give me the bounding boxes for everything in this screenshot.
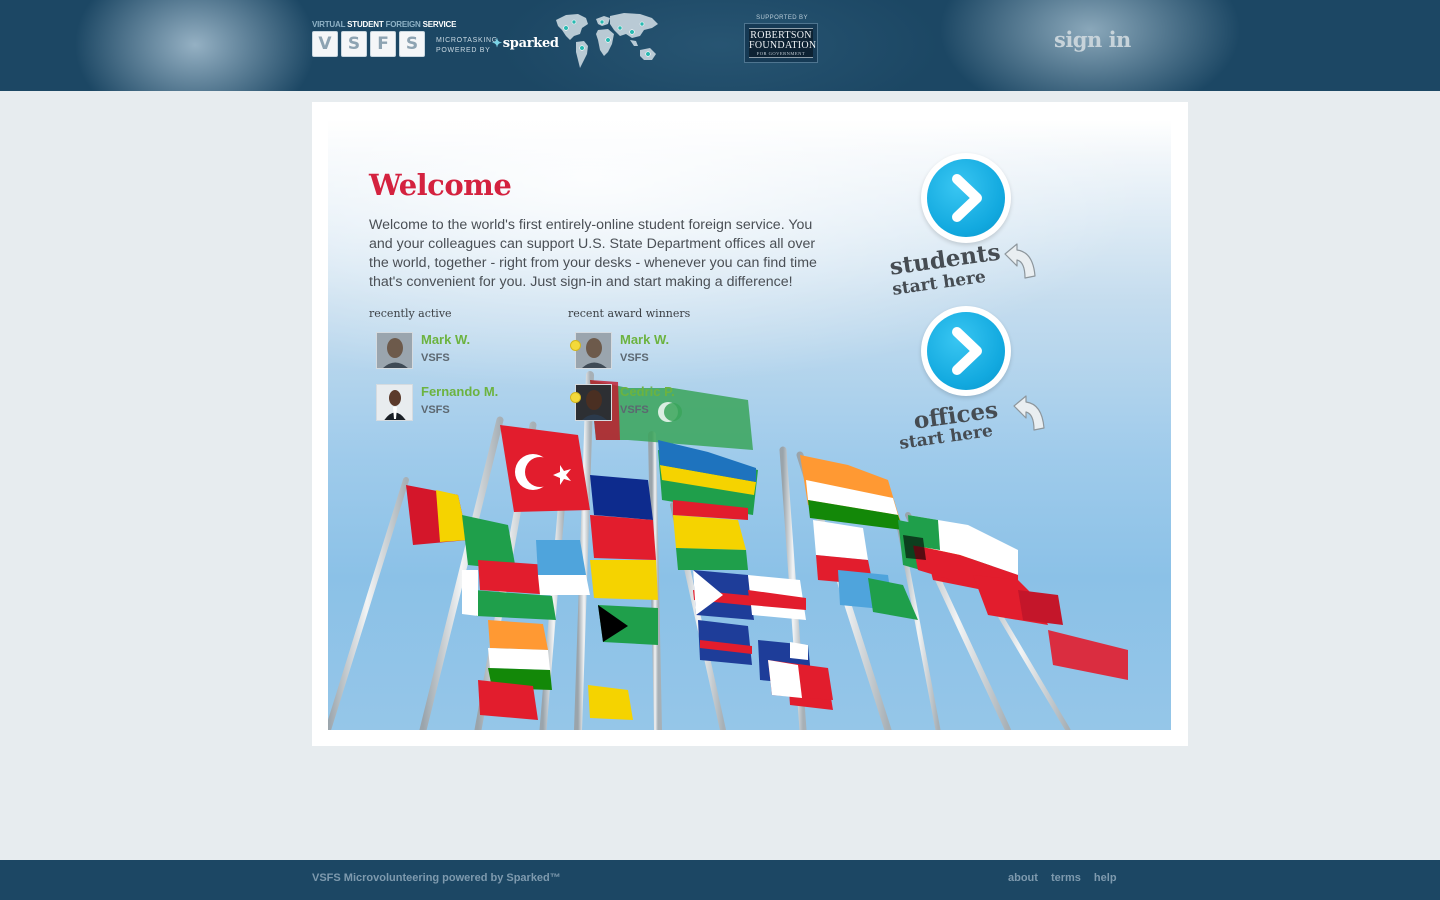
logo-letter-boxes: V S F S	[312, 31, 425, 57]
microtasking-label: MICROTASKING POWERED BY	[436, 36, 498, 56]
robertson-logo-inner: ROBERTSON FOUNDATION FOR GOVERNMENT	[749, 28, 817, 58]
robertson-line3: FOR GOVERNMENT	[756, 51, 806, 56]
footer-link-help[interactable]: help	[1094, 872, 1117, 884]
students-arrow-button[interactable]	[921, 153, 1011, 243]
avatar[interactable]	[376, 332, 413, 369]
hero-banner: Welcome Welcome to the world's first ent…	[328, 120, 1171, 730]
offices-arrow-circle	[927, 312, 1005, 390]
award-dot-icon	[570, 340, 581, 351]
world-map-icon	[556, 13, 658, 68]
award-winner-item[interactable]: Cedric P. VSFS	[570, 384, 755, 422]
member-org: VSFS	[620, 352, 649, 364]
logo-letter: S	[341, 31, 367, 57]
recently-active-label: recently active	[369, 307, 452, 320]
award-winner-item[interactable]: Mark W. VSFS	[570, 332, 755, 370]
students-arrow-circle	[927, 159, 1005, 237]
member-org: VSFS	[421, 352, 450, 364]
offices-arrow-button[interactable]	[921, 306, 1011, 396]
sparkle-icon: ✦	[492, 36, 502, 50]
logo-tagline: VIRTUAL STUDENT FOREIGN SERVICE	[312, 20, 457, 29]
award-winners-label: recent award winners	[568, 307, 691, 320]
sparked-text: sparked	[502, 36, 559, 51]
member-name[interactable]: Fernando M.	[421, 384, 498, 399]
supported-by-label: SUPPORTED BY	[756, 15, 808, 21]
avatar[interactable]	[575, 332, 612, 369]
avatar[interactable]	[575, 384, 612, 421]
footer-copyright: VSFS Microvolunteering powered by Sparke…	[312, 872, 561, 884]
logo-letter: V	[312, 31, 338, 57]
welcome-title: Welcome	[369, 168, 512, 202]
footer-links: about terms help	[1008, 872, 1117, 884]
robertson-line2: FOUNDATION	[749, 40, 817, 51]
recently-active-item[interactable]: Mark W. VSFS	[376, 332, 556, 370]
offices-start-here-button[interactable]: offices start here	[888, 306, 1058, 466]
recently-active-item[interactable]: Fernando M. VSFS	[376, 384, 556, 422]
member-org: VSFS	[421, 404, 450, 416]
arrow-right-icon	[952, 174, 982, 222]
students-start-here-button[interactable]: students start here	[883, 150, 1053, 300]
microtasking-text: MICROTASKING	[436, 37, 498, 44]
robertson-sponsor[interactable]: SUPPORTED BY ROBERTSON FOUNDATION FOR GO…	[744, 14, 820, 63]
sign-in-link[interactable]: sign in	[1054, 27, 1131, 52]
header: VIRTUAL STUDENT FOREIGN SERVICE V S F S …	[0, 0, 1440, 91]
logo-letter: S	[399, 31, 425, 57]
robertson-logo: ROBERTSON FOUNDATION FOR GOVERNMENT	[744, 23, 818, 63]
footer: VSFS Microvolunteering powered by Sparke…	[0, 860, 1440, 900]
member-org: VSFS	[620, 404, 649, 416]
footer-link-terms[interactable]: terms	[1051, 872, 1081, 884]
sparked-logo[interactable]: ✦sparked	[492, 36, 559, 51]
curved-arrow-icon	[1004, 243, 1036, 279]
curved-arrow-icon	[1013, 395, 1045, 431]
logo-letter: F	[370, 31, 396, 57]
welcome-text: Welcome to the world's first entirely-on…	[369, 217, 817, 290]
member-name[interactable]: Mark W.	[620, 332, 669, 347]
main-panel: Welcome Welcome to the world's first ent…	[312, 102, 1188, 746]
arrow-right-icon	[952, 327, 982, 375]
avatar[interactable]	[376, 384, 413, 421]
member-name[interactable]: Mark W.	[421, 332, 470, 347]
footer-link-about[interactable]: about	[1008, 872, 1038, 884]
member-name[interactable]: Cedric P.	[620, 384, 675, 399]
award-dot-icon	[570, 392, 581, 403]
powered-by-text: POWERED BY	[436, 47, 491, 54]
